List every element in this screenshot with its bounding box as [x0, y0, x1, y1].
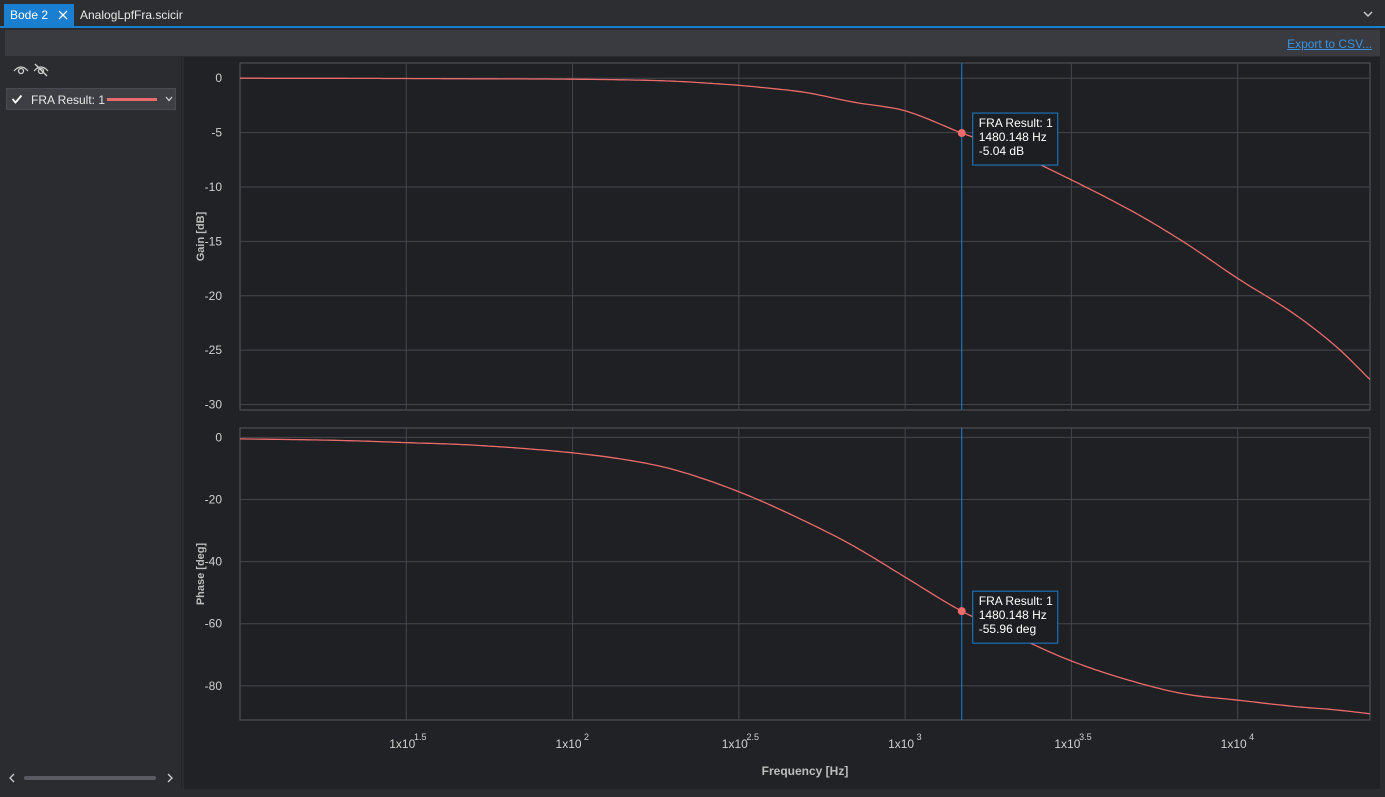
x-tick-label: 1x10 — [1054, 737, 1080, 751]
x-tick-exponent: 2 — [584, 732, 589, 742]
y-axis-label: Phase [deg] — [195, 542, 207, 605]
tooltip-series-name: FRA Result: 1 — [979, 594, 1053, 608]
x-tick-label: 1x10 — [556, 737, 582, 751]
x-axis-label: Frequency [Hz] — [762, 764, 849, 778]
chevron-down-icon[interactable] — [165, 96, 173, 102]
legend-panel — [5, 57, 182, 789]
y-axis-label: Gain [dB] — [195, 211, 207, 261]
y-tick-label: 0 — [215, 430, 222, 444]
y-tick-label: -5 — [211, 126, 222, 140]
x-tick-exponent: 4 — [1249, 732, 1254, 742]
x-tick-label: 1x10 — [389, 737, 415, 751]
scroll-right-icon[interactable] — [166, 773, 174, 783]
tooltip-x-value: 1480.148 Hz — [979, 130, 1047, 144]
x-tick-exponent: 3 — [917, 732, 922, 742]
bode-chart-panel: 0 -5 -10 -15 -20 -25 -30 Gain [dB] FRA Result: 1… — [184, 57, 1380, 789]
y-tick-label: 0 — [215, 71, 222, 85]
y-tick-label: -40 — [205, 555, 223, 569]
tab-label: AnalogLpfFra.scicir — [80, 8, 183, 22]
plot-area — [239, 62, 1371, 411]
tooltip-x-value: 1480.148 Hz — [979, 608, 1047, 622]
tab-bode-2[interactable]: Bode 2 — [4, 4, 74, 26]
cursor-marker[interactable] — [957, 129, 966, 138]
tab-label: Bode 2 — [10, 8, 49, 22]
x-tick-exponent: 1.5 — [414, 732, 427, 742]
tooltip-series-name: FRA Result: 1 — [979, 116, 1053, 130]
x-tick-exponent: 3.5 — [1079, 732, 1092, 742]
tab-analog-lpf-fra[interactable]: AnalogLpfFra.scicir — [80, 4, 183, 26]
scroll-left-icon[interactable] — [8, 773, 16, 783]
y-tick-label: -10 — [205, 180, 223, 194]
show-all-eye-icon[interactable] — [13, 63, 29, 77]
cursor-marker[interactable] — [957, 607, 966, 616]
series-checkbox[interactable] — [11, 93, 23, 105]
y-tick-label: -30 — [205, 398, 223, 412]
bode-plot-svg[interactable]: 0 -5 -10 -15 -20 -25 -30 Gain [dB] FRA Result: 1… — [184, 57, 1380, 789]
y-tick-label: -15 — [205, 234, 223, 248]
y-tick-label: -20 — [205, 492, 223, 506]
toolbar: Export to CSV... — [5, 30, 1380, 56]
tooltip-y-value: -55.96 deg — [979, 622, 1036, 636]
chevron-down-icon[interactable] — [1363, 10, 1373, 18]
legend-series-item[interactable]: FRA Result: 1 — [6, 88, 176, 110]
x-tick-exponent: 2.5 — [747, 732, 760, 742]
y-tick-label: -80 — [205, 679, 223, 693]
tab-underline — [0, 26, 1385, 28]
plot-area — [239, 427, 1371, 721]
close-icon[interactable] — [57, 9, 69, 21]
x-tick-label: 1x10 — [888, 737, 914, 751]
scrollbar-thumb[interactable] — [24, 776, 156, 780]
hide-all-eye-icon[interactable] — [33, 63, 49, 77]
y-tick-label: -25 — [205, 343, 223, 357]
legend-horizontal-scrollbar[interactable] — [8, 772, 176, 784]
y-tick-label: -20 — [205, 289, 223, 303]
series-name: FRA Result: 1 — [31, 93, 106, 107]
x-tick-label: 1x10 — [1221, 737, 1247, 751]
x-tick-label: 1x10 — [722, 737, 748, 751]
y-tick-label: -60 — [205, 617, 223, 631]
series-color-swatch — [107, 98, 157, 101]
tooltip-y-value: -5.04 dB — [979, 144, 1024, 158]
export-csv-link[interactable]: Export to CSV... — [1287, 37, 1372, 51]
tab-bar: Bode 2 AnalogLpfFra.scicir — [0, 0, 1385, 28]
